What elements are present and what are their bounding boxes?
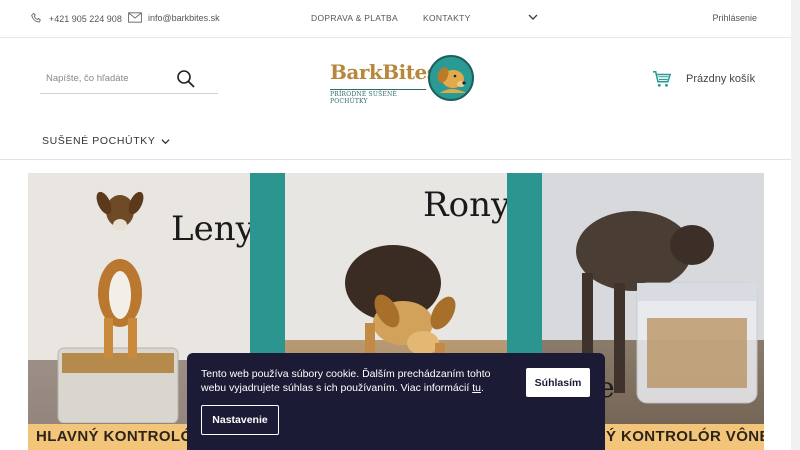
cart-label: Prázdny košík (686, 73, 756, 85)
dog-name-rony: Rony (423, 185, 507, 225)
page-scrollbar[interactable] (791, 0, 800, 450)
cart-icon (653, 71, 672, 87)
logo-wordmark: BarkBites (330, 60, 438, 84)
search-box (40, 64, 218, 94)
cookie-settings-button[interactable]: Nastavenie (201, 405, 279, 435)
nav-doprava-platba[interactable]: DOPRAVA & PLATBA (311, 13, 398, 23)
dog-name-leny: Leny (171, 209, 250, 249)
email-address: info@barkbites.sk (148, 12, 220, 23)
email-contact[interactable]: info@barkbites.sk (128, 12, 220, 23)
top-bar: +421 905 224 908 info@barkbites.sk DOPRA… (0, 0, 791, 38)
search-input[interactable] (40, 64, 180, 92)
mail-icon (128, 12, 142, 23)
caption-right: Ý KONTROLÓR VÔNE (606, 428, 764, 445)
phone-contact[interactable]: +421 905 224 908 (30, 12, 122, 25)
cookie-message-end: . (480, 382, 484, 394)
cookie-consent-bar: Tento web používa súbory cookie. Ďalším … (187, 353, 605, 450)
accept-cookies-button[interactable]: Súhlasím (526, 368, 590, 397)
chevron-down-icon (161, 138, 171, 144)
site-logo[interactable]: BarkBites PRÍRODNÉ SUŠENÉ POCHÚTKY (328, 54, 476, 106)
chevron-down-icon[interactable] (528, 12, 538, 22)
category-label: SUŠENÉ POCHÚTKY (42, 135, 156, 147)
dog-logo-icon (428, 55, 474, 101)
logo-tagline: PRÍRODNÉ SUŠENÉ POCHÚTKY (330, 89, 426, 105)
phone-icon (31, 12, 41, 23)
category-menu[interactable]: SUŠENÉ POCHÚTKY (42, 135, 171, 147)
header: BarkBites PRÍRODNÉ SUŠENÉ POCHÚTKY Prázd… (0, 38, 791, 160)
top-nav: DOPRAVA & PLATBA KONTAKTY (311, 13, 496, 23)
cookie-more-info-link[interactable]: tu (472, 382, 481, 394)
cookie-message-text: Tento web používa súbory cookie. Ďalším … (201, 368, 491, 394)
cart-button[interactable]: Prázdny košík (652, 70, 755, 88)
cookie-message: Tento web používa súbory cookie. Ďalším … (201, 367, 511, 395)
search-icon[interactable] (176, 69, 196, 89)
nav-kontakty[interactable]: KONTAKTY (423, 13, 471, 23)
phone-number: +421 905 224 908 (49, 13, 122, 24)
login-link[interactable]: Prihlásenie (712, 13, 757, 23)
